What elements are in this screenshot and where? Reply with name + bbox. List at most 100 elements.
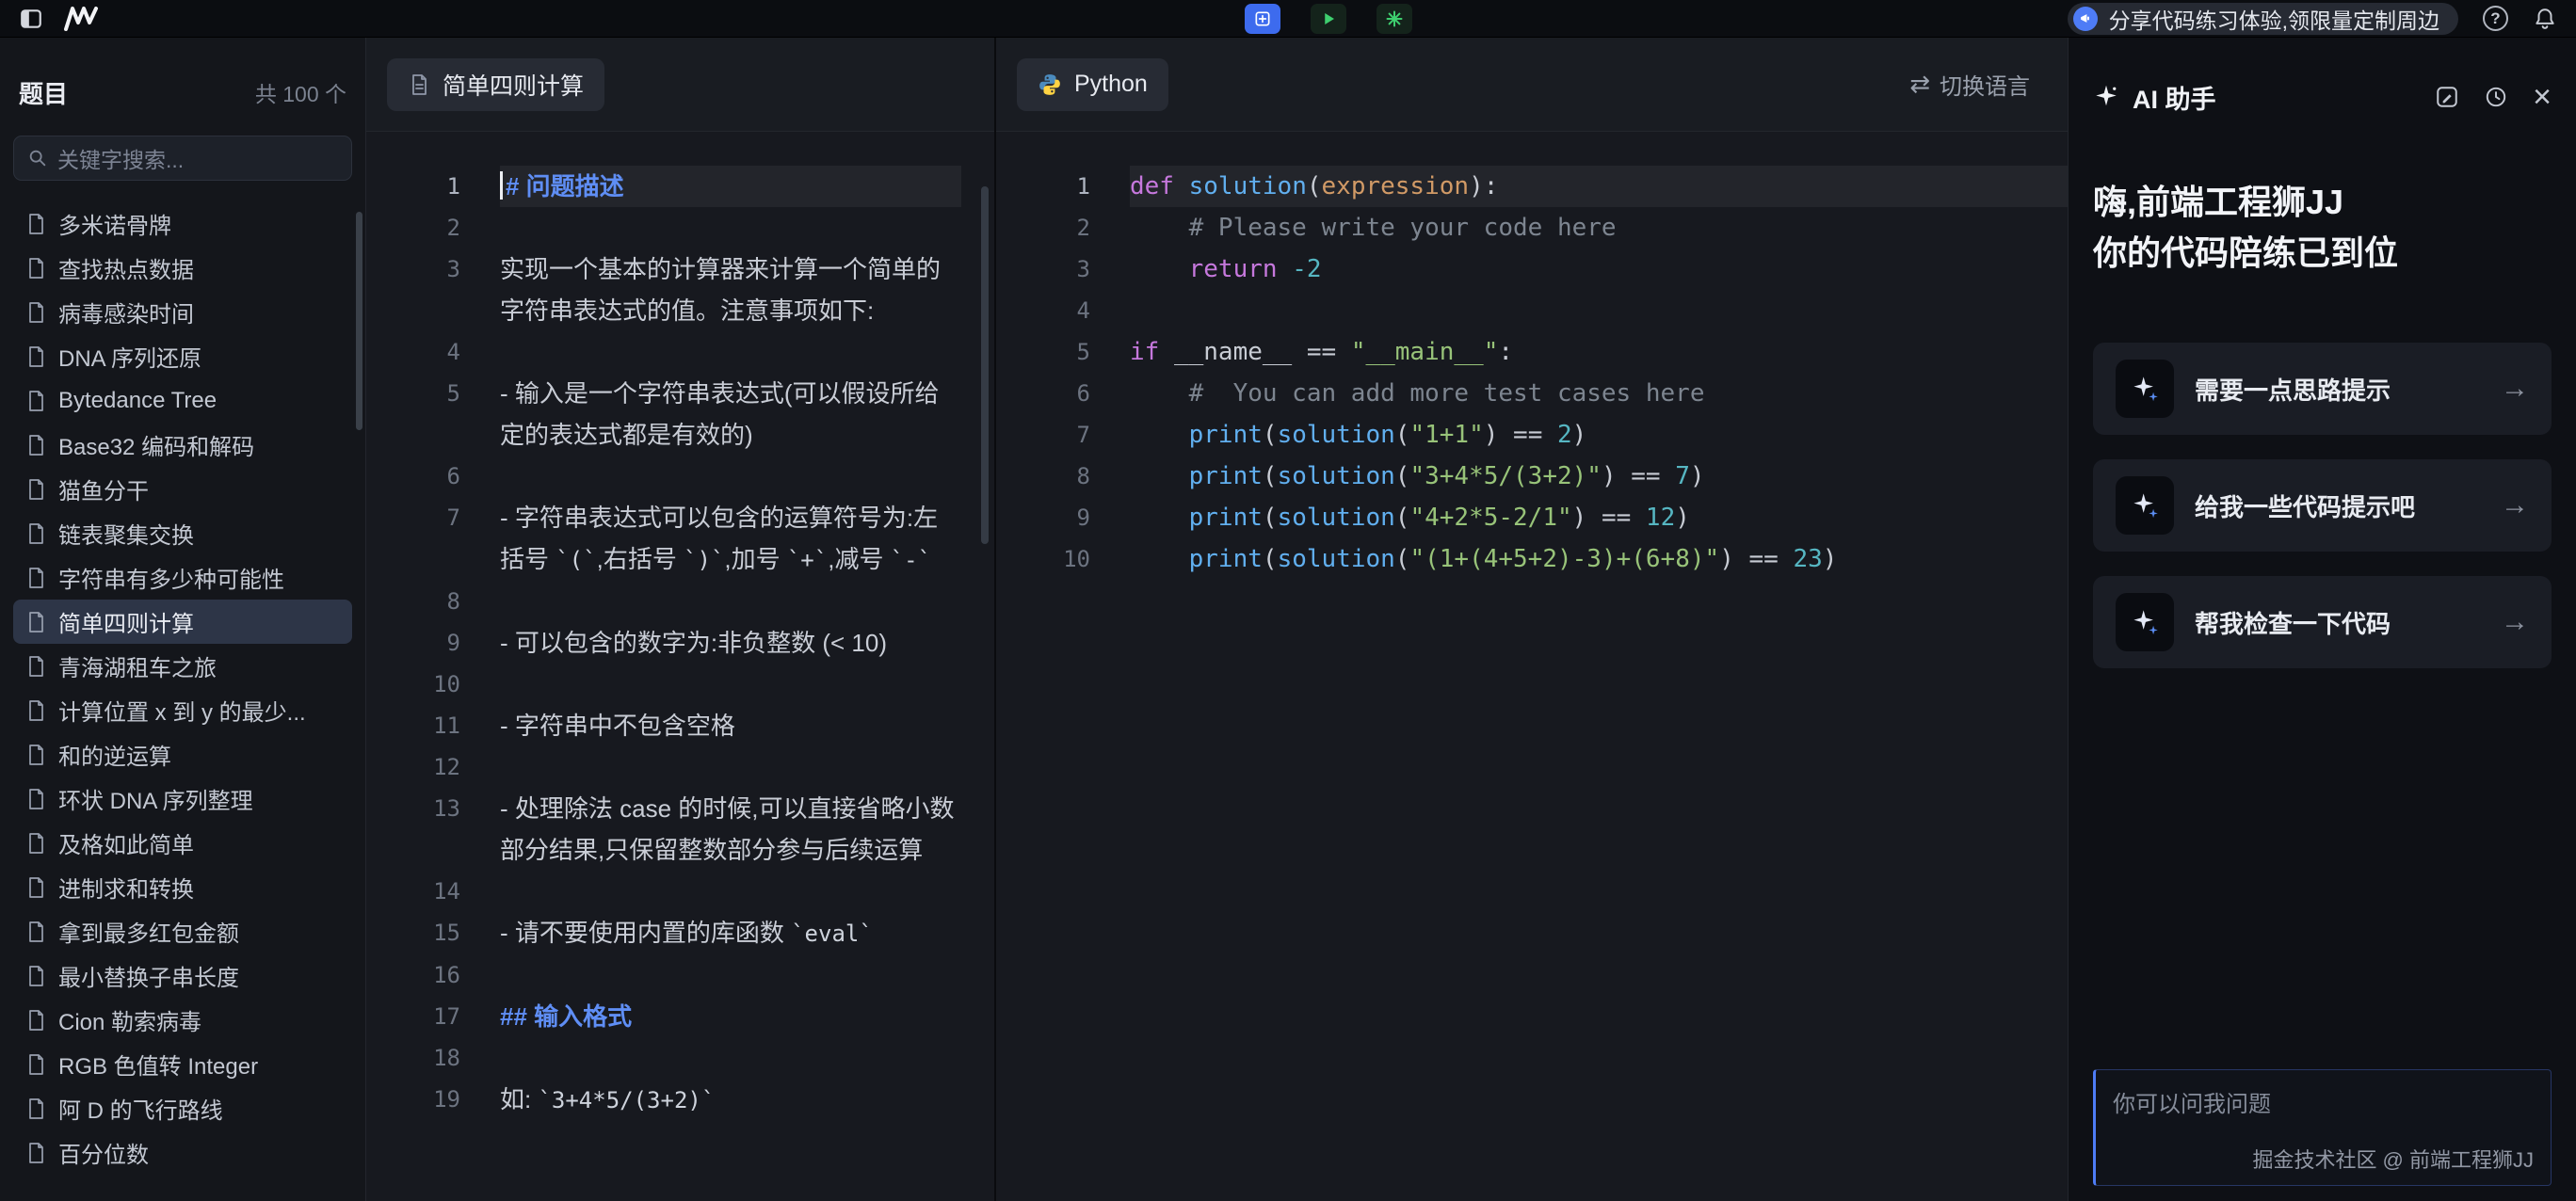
sparkle-icon	[2130, 374, 2160, 404]
markdown-line: 13- 处理除法 case 的时候,可以直接省略小数部分结果,只保留整数部分参与…	[366, 788, 994, 871]
sidebar-item[interactable]: Base32 编码和解码	[13, 423, 352, 467]
sidebar-item-label: 拿到最多红包金额	[58, 915, 239, 948]
document-icon	[24, 744, 47, 766]
line-content	[500, 664, 961, 705]
document-icon	[24, 1009, 47, 1032]
sidebar-item-label: 计算位置 x 到 y 的最少...	[58, 694, 306, 727]
line-number: 4	[996, 290, 1090, 331]
ai-header: AI 助手	[2093, 75, 2552, 119]
document-icon	[24, 257, 47, 280]
topbar-left	[19, 7, 100, 31]
arrow-right-icon: →	[2501, 373, 2529, 405]
line-number: 5	[996, 331, 1090, 373]
ai-question-input[interactable]: 你可以问我问题 掘金技术社区 @ 前端工程狮JJ	[2093, 1069, 2552, 1186]
sidebar-item[interactable]: 病毒感染时间	[13, 290, 352, 334]
switch-language-button[interactable]: ⇄ 切换语言	[1909, 68, 2047, 101]
sidebar-item[interactable]: 简单四则计算	[13, 600, 352, 644]
sidebar-item[interactable]: RGB 色值转 Integer	[13, 1042, 352, 1086]
sidebar-item[interactable]: Bytedance Tree	[13, 378, 352, 423]
run-button[interactable]	[1311, 4, 1346, 34]
sidebar-item[interactable]: 环状 DNA 序列整理	[13, 777, 352, 821]
sidebar-item-label: 环状 DNA 序列整理	[58, 782, 253, 815]
test-button[interactable]	[1377, 4, 1412, 34]
line-content	[500, 331, 961, 373]
problem-tabbar: 简单四则计算	[366, 38, 994, 132]
sidebar-scrollbar[interactable]	[356, 212, 362, 430]
sidebar-item[interactable]: 百分位数	[13, 1130, 352, 1175]
sidebar-item-label: 进制求和转换	[58, 871, 194, 904]
sidebar-item-label: Base32 编码和解码	[58, 428, 254, 461]
line-content: - 字符串表达式可以包含的运算符号为:左括号 `(`,右括号 `)`,加号 `+…	[500, 497, 961, 581]
submit-button[interactable]	[1245, 4, 1280, 34]
line-number: 16	[366, 954, 460, 996]
markdown-line: 3实现一个基本的计算器来计算一个简单的字符串表达式的值。注意事项如下:	[366, 248, 994, 331]
ai-suggestions: 需要一点思路提示→ 给我一些代码提示吧→ 帮我检查一下代码→	[2093, 343, 2552, 668]
markdown-line: 8	[366, 581, 994, 622]
code-line: 2 # Please write your code here	[996, 207, 2068, 248]
sidebar-item[interactable]: 最小替换子串长度	[13, 953, 352, 998]
document-icon	[24, 390, 47, 412]
line-content: print(solution("3+4*5/(3+2)") == 7)	[1130, 456, 2068, 497]
line-number: 9	[996, 497, 1090, 538]
problem-panel: 简单四则计算 1# 问题描述23实现一个基本的计算器来计算一个简单的字符串表达式…	[365, 38, 996, 1201]
sidebar-item-label: 百分位数	[58, 1136, 149, 1169]
document-icon	[24, 788, 47, 810]
sidebar-item-label: 青海湖租车之旅	[58, 649, 217, 682]
line-number: 1	[366, 166, 460, 207]
search-input[interactable]: 关键字搜索...	[13, 136, 352, 181]
test-burst-icon	[1385, 9, 1404, 28]
document-icon	[24, 921, 47, 943]
problem-scrollbar[interactable]	[981, 186, 989, 544]
markdown-line: 14	[366, 871, 994, 912]
sidebar-item[interactable]: 链表聚集交换	[13, 511, 352, 555]
sparkle-icon	[2130, 607, 2160, 637]
line-number: 8	[366, 581, 460, 622]
markdown-line: 7- 字符串表达式可以包含的运算符号为:左括号 `(`,右括号 `)`,加号 `…	[366, 497, 994, 581]
ai-suggestion-card[interactable]: 帮我检查一下代码→	[2093, 576, 2552, 668]
problem-tab[interactable]: 简单四则计算	[387, 58, 604, 111]
share-banner[interactable]: 分享代码练习体验,领限量定制周边	[2068, 3, 2458, 35]
code-editor[interactable]: 1def solution(expression):2 # Please wri…	[996, 132, 2068, 1201]
sidebar-item-label: Cion 勒索病毒	[58, 1003, 201, 1036]
line-number: 7	[996, 414, 1090, 456]
line-content	[500, 581, 961, 622]
sidebar-item[interactable]: 青海湖租车之旅	[13, 644, 352, 688]
sidebar-item[interactable]: 和的逆运算	[13, 732, 352, 777]
sidebar-item[interactable]: 阿 D 的飞行路线	[13, 1086, 352, 1130]
sidebar-item[interactable]: 猫鱼分干	[13, 467, 352, 511]
ai-greeting: 嗨,前端工程狮JJ 你的代码陪练已到位	[2093, 177, 2552, 279]
sidebar-item[interactable]: 进制求和转换	[13, 865, 352, 909]
new-chat-button[interactable]	[2435, 85, 2459, 109]
markdown-line: 11- 字符串中不包含空格	[366, 705, 994, 746]
ai-suggestion-card[interactable]: 给我一些代码提示吧→	[2093, 459, 2552, 552]
app-logo[interactable]	[62, 7, 100, 31]
sidebar-item[interactable]: Cion 勒索病毒	[13, 998, 352, 1042]
sidebar-item[interactable]: 多米诺骨牌	[13, 201, 352, 246]
sidebar-item[interactable]: 查找热点数据	[13, 246, 352, 290]
problem-tab-label: 简单四则计算	[443, 68, 584, 102]
document-icon	[24, 522, 47, 545]
line-content: - 处理除法 case 的时候,可以直接省略小数部分结果,只保留整数部分参与后续…	[500, 788, 961, 871]
sidebar-item[interactable]: DNA 序列还原	[13, 334, 352, 378]
sidebar-item[interactable]: 拿到最多红包金额	[13, 909, 352, 953]
sidebar-item[interactable]: 及格如此简单	[13, 821, 352, 865]
topbar: 分享代码练习体验,领限量定制周边 ?	[0, 0, 2576, 38]
ai-suggestion-card[interactable]: 需要一点思路提示→	[2093, 343, 2552, 435]
line-content: if __name__ == "__main__":	[1130, 331, 2068, 373]
help-button[interactable]: ?	[2483, 6, 2508, 31]
language-tab[interactable]: Python	[1017, 58, 1168, 111]
sidebar-toggle-button[interactable]	[19, 7, 43, 31]
sidebar-item[interactable]: 字符串有多少种可能性	[13, 555, 352, 600]
app-window: 分享代码练习体验,领限量定制周边 ? 题目 共 100 个	[0, 0, 2576, 1201]
line-number: 2	[366, 207, 460, 248]
document-icon	[408, 73, 430, 96]
line-content	[500, 207, 961, 248]
document-icon	[24, 876, 47, 899]
sidebar-item[interactable]: 计算位置 x 到 y 的最少...	[13, 688, 352, 732]
history-button[interactable]	[2484, 85, 2508, 109]
close-button[interactable]: ×	[2533, 81, 2552, 113]
sidebar-item-label: 及格如此简单	[58, 826, 194, 859]
problem-content[interactable]: 1# 问题描述23实现一个基本的计算器来计算一个简单的字符串表达式的值。注意事项…	[366, 132, 994, 1201]
notifications-button[interactable]	[2533, 7, 2557, 31]
close-icon: ×	[2533, 81, 2552, 113]
